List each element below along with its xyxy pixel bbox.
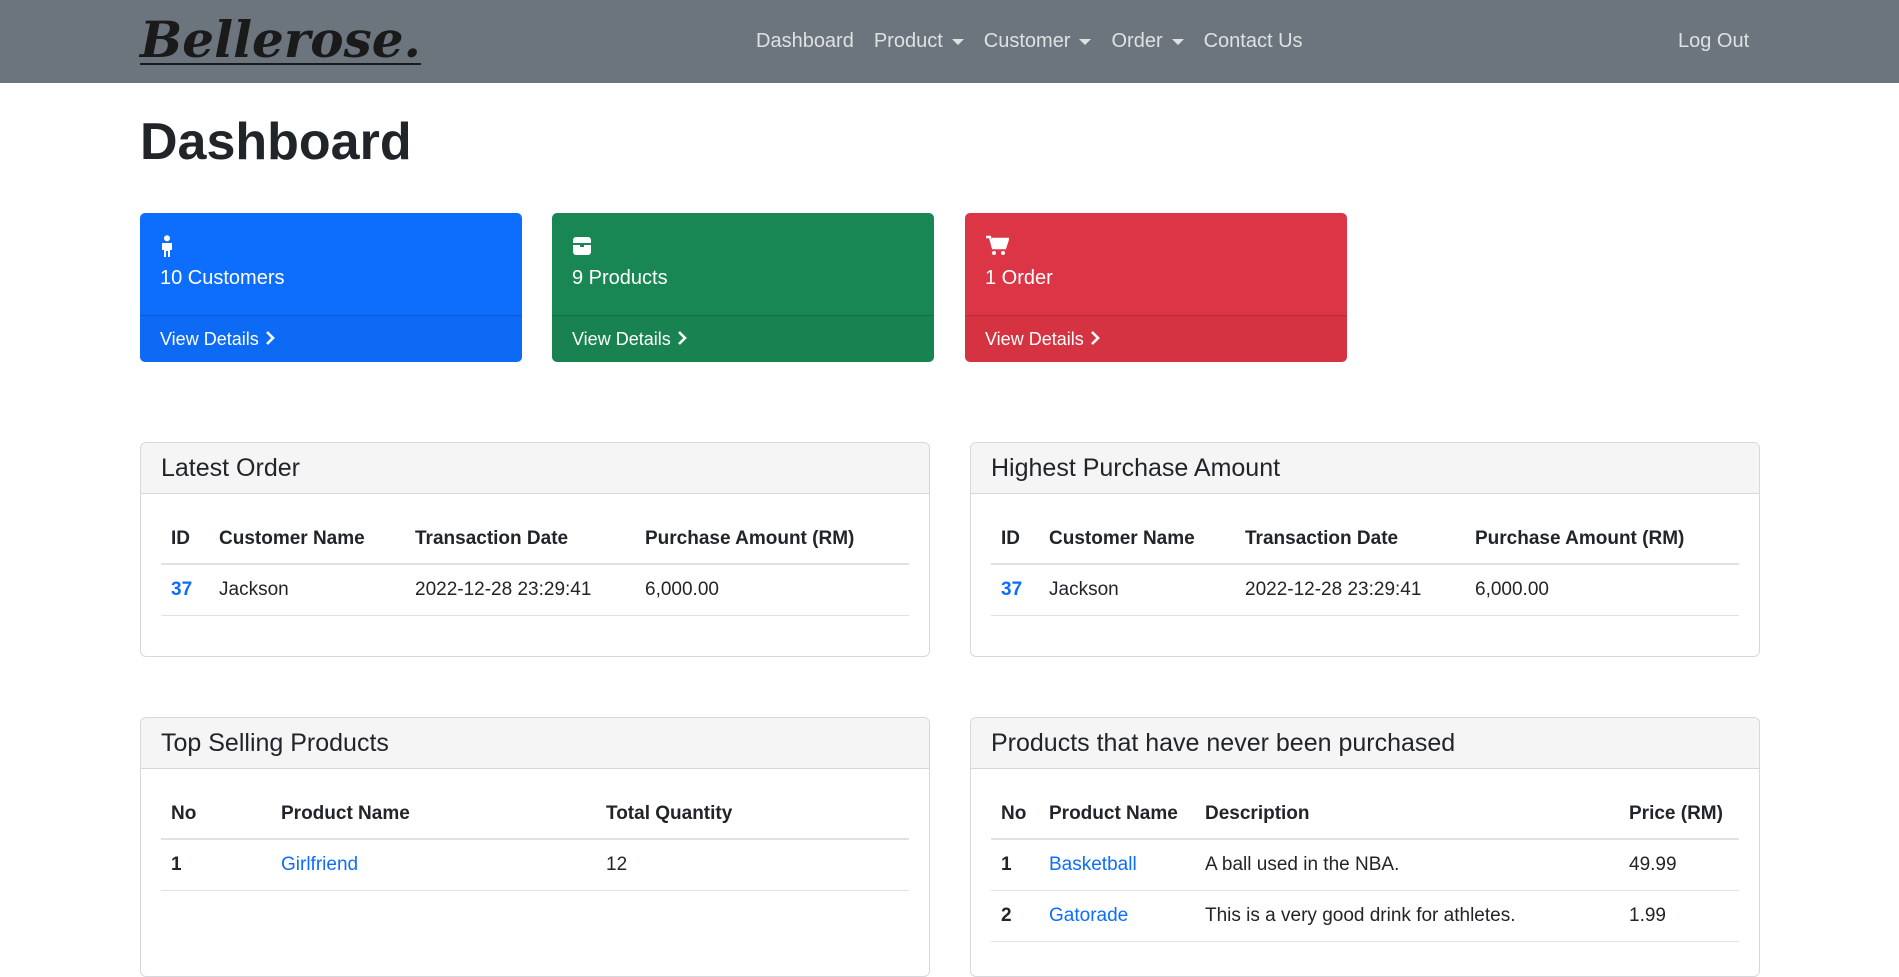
order-id-link[interactable]: 37 xyxy=(1001,579,1022,600)
product-price: 49.99 xyxy=(1619,839,1739,891)
column-header: Purchase Amount (RM) xyxy=(1465,514,1739,565)
highest-purchase-panel: Highest Purchase Amount ID Customer Name… xyxy=(970,442,1760,657)
top-selling-panel: Top Selling Products No Product Name Tot… xyxy=(140,717,930,977)
top-navbar: Bellerose. Dashboard Product Customer Or… xyxy=(0,0,1899,83)
top-selling-title: Top Selling Products xyxy=(141,718,929,769)
cart-icon xyxy=(985,235,1327,261)
customers-card: 10 Customers View Details xyxy=(140,213,522,362)
customer-name: Jackson xyxy=(1039,564,1235,616)
chevron-down-icon xyxy=(951,38,964,45)
latest-order-title: Latest Order xyxy=(141,443,929,494)
orders-card: 1 Order View Details xyxy=(965,213,1347,362)
purchase-amount: 6,000.00 xyxy=(1465,564,1739,616)
products-view-details[interactable]: View Details xyxy=(552,315,934,362)
brand-logo[interactable]: Bellerose. xyxy=(140,10,421,69)
purchase-amount: 6,000.00 xyxy=(635,564,909,616)
transaction-date: 2022-12-28 23:29:41 xyxy=(405,564,635,616)
column-header: Total Quantity xyxy=(596,789,909,840)
latest-order-panel: Latest Order ID Customer Name Transactio… xyxy=(140,442,930,657)
nav-dashboard[interactable]: Dashboard xyxy=(756,30,854,53)
product-description: A ball used in the NBA. xyxy=(1195,839,1619,891)
row-number: 2 xyxy=(991,890,1039,942)
product-link[interactable]: Girlfriend xyxy=(281,854,358,875)
column-header: Customer Name xyxy=(209,514,405,565)
highest-purchase-table: ID Customer Name Transaction Date Purcha… xyxy=(991,514,1739,616)
product-link[interactable]: Gatorade xyxy=(1049,905,1128,926)
chevron-right-icon xyxy=(1090,329,1100,350)
products-card: 9 Products View Details xyxy=(552,213,934,362)
highest-purchase-title: Highest Purchase Amount xyxy=(971,443,1759,494)
column-header: ID xyxy=(991,514,1039,565)
product-price: 1.99 xyxy=(1619,890,1739,942)
product-description: This is a very good drink for athletes. xyxy=(1195,890,1619,942)
nav-order-dropdown[interactable]: Order xyxy=(1111,30,1184,53)
product-link[interactable]: Basketball xyxy=(1049,854,1137,875)
column-header: Transaction Date xyxy=(1235,514,1465,565)
table-row: 1 Basketball A ball used in the NBA. 49.… xyxy=(991,839,1739,891)
customers-count: 10 Customers xyxy=(160,267,285,289)
order-id-link[interactable]: 37 xyxy=(171,579,192,600)
latest-order-table: ID Customer Name Transaction Date Purcha… xyxy=(161,514,909,616)
table-row: 2 Gatorade This is a very good drink for… xyxy=(991,890,1739,942)
column-header: Product Name xyxy=(271,789,596,840)
logout-link[interactable]: Log Out xyxy=(1678,0,1749,83)
customer-name: Jackson xyxy=(209,564,405,616)
total-quantity: 12 xyxy=(596,839,909,891)
nav-product-dropdown[interactable]: Product xyxy=(874,30,964,53)
box-icon xyxy=(572,235,914,261)
column-header: Purchase Amount (RM) xyxy=(635,514,909,565)
chevron-down-icon xyxy=(1171,38,1184,45)
row-number: 1 xyxy=(991,839,1039,891)
never-purchased-panel: Products that have never been purchased … xyxy=(970,717,1760,977)
orders-view-details[interactable]: View Details xyxy=(965,315,1347,362)
top-selling-table: No Product Name Total Quantity 1 Girlfri… xyxy=(161,789,909,891)
nav-menu: Dashboard Product Customer Order Contact… xyxy=(756,0,1323,83)
never-purchased-table: No Product Name Description Price (RM) 1… xyxy=(991,789,1739,942)
orders-count: 1 Order xyxy=(985,267,1053,289)
transaction-date: 2022-12-28 23:29:41 xyxy=(1235,564,1465,616)
column-header: Transaction Date xyxy=(405,514,635,565)
products-count: 9 Products xyxy=(572,267,668,289)
chevron-right-icon xyxy=(677,329,687,350)
table-row: 37 Jackson 2022-12-28 23:29:41 6,000.00 xyxy=(161,564,909,616)
customers-view-details[interactable]: View Details xyxy=(140,315,522,362)
chevron-right-icon xyxy=(265,329,275,350)
row-number: 1 xyxy=(161,839,271,891)
table-row: 1 Girlfriend 12 xyxy=(161,839,909,891)
column-header: Product Name xyxy=(1039,789,1195,840)
nav-customer-dropdown[interactable]: Customer xyxy=(984,30,1092,53)
column-header: Customer Name xyxy=(1039,514,1235,565)
nav-contact-us[interactable]: Contact Us xyxy=(1204,30,1303,53)
column-header: Description xyxy=(1195,789,1619,840)
person-icon xyxy=(160,235,502,261)
column-header: Price (RM) xyxy=(1619,789,1739,840)
never-purchased-title: Products that have never been purchased xyxy=(971,718,1759,769)
page-title: Dashboard xyxy=(140,113,412,171)
column-header: No xyxy=(991,789,1039,840)
column-header: ID xyxy=(161,514,209,565)
column-header: No xyxy=(161,789,271,840)
table-row: 37 Jackson 2022-12-28 23:29:41 6,000.00 xyxy=(991,564,1739,616)
chevron-down-icon xyxy=(1079,38,1092,45)
